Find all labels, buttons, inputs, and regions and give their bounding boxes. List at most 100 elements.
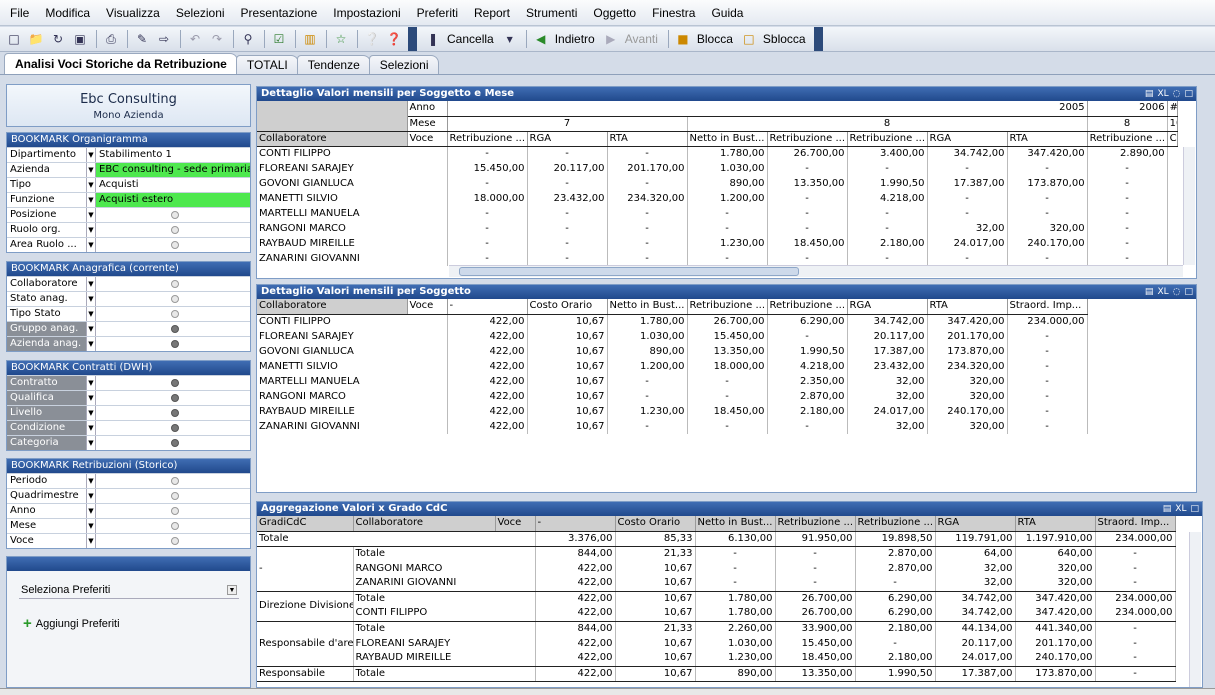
maximize-icon[interactable]: □ (1184, 87, 1193, 101)
maximize-icon[interactable]: □ (1190, 502, 1199, 516)
chevron-down-icon[interactable]: ▼ (87, 504, 96, 518)
context-help-icon[interactable]: ❓ (384, 29, 404, 49)
column-header[interactable]: Retribuzione ... (847, 131, 928, 147)
help-icon[interactable]: ❔ (362, 29, 382, 49)
indietro-button[interactable]: Indietro (555, 32, 595, 46)
chevron-down-icon[interactable]: ▼ (87, 337, 96, 351)
column-header[interactable]: Voce (407, 299, 448, 315)
chevron-down-icon[interactable]: ▼ (87, 148, 96, 162)
open-folder-icon[interactable]: 📁 (26, 29, 46, 49)
bookmark-field-value[interactable] (96, 277, 250, 291)
mese-value[interactable]: 8 (1087, 116, 1168, 132)
bookmark-field-value[interactable] (96, 406, 250, 420)
column-header[interactable]: Retribuzione ... (447, 131, 528, 147)
column-header[interactable]: Retribuzione ... (767, 299, 848, 315)
menu-item-preferiti[interactable]: Preferiti (417, 6, 458, 20)
row-label[interactable]: MARTELLI MANUELA (257, 374, 448, 389)
column-header[interactable]: Retribuzione ... (687, 299, 768, 315)
row-label[interactable]: Totale (353, 546, 536, 561)
chevron-down-icon[interactable]: ▼ (87, 223, 96, 237)
chart-icon[interactable]: ▥ (300, 29, 320, 49)
row-label[interactable]: FLOREANI SARAJEY (353, 636, 536, 651)
bookmark-field-value[interactable]: Acquisti (96, 178, 250, 192)
cancella-button[interactable]: Cancella (447, 32, 494, 46)
print-icon[interactable]: ▤ (1163, 502, 1172, 516)
mese-value[interactable]: 7 (447, 116, 688, 132)
bookmark-field-value[interactable]: EBC consulting - sede primaria (96, 163, 250, 177)
scroll-thumb[interactable] (459, 267, 799, 276)
chevron-down-icon[interactable]: ▼ (87, 376, 96, 390)
column-header[interactable]: C (1167, 131, 1178, 147)
column-header[interactable]: Netto in Bust... (687, 131, 768, 147)
chevron-down-icon[interactable]: ▼ (87, 519, 96, 533)
column-header[interactable]: Netto in Bust... (695, 516, 776, 532)
row-label[interactable]: RAYBAUD MIREILLE (257, 404, 448, 419)
row-label[interactable]: Totale (353, 591, 536, 606)
column-header[interactable]: Collaboratore (353, 516, 496, 532)
bookmark-row[interactable]: Qualifica ▼ (7, 390, 250, 405)
column-header[interactable]: RGA (527, 131, 608, 147)
row-label[interactable]: Totale (353, 666, 536, 682)
row-label[interactable]: ZANARINI GIOVANNI (257, 419, 448, 434)
sblocca-button[interactable]: Sblocca (763, 32, 806, 46)
column-header[interactable]: RTA (927, 299, 1008, 315)
group-label[interactable]: - (257, 546, 354, 592)
bookmark-row[interactable]: Dipartimento ▼ Stabilimento 1 (7, 147, 250, 162)
column-header[interactable]: - (447, 299, 528, 315)
menu-item-impostazioni[interactable]: Impostazioni (333, 6, 400, 20)
row-label[interactable]: ZANARINI GIOVANNI (257, 251, 448, 266)
row-label[interactable]: MARTELLI MANUELA (257, 206, 448, 221)
bookmark-field-value[interactable] (96, 504, 250, 518)
bookmark-row[interactable]: Voce ▼ (7, 533, 250, 548)
column-header[interactable]: Voce (407, 131, 448, 147)
column-header[interactable]: RGA (927, 131, 1008, 147)
column-header[interactable]: Costo Orario (527, 299, 608, 315)
bookmark-field-value[interactable] (96, 337, 250, 351)
bookmark-field-value[interactable]: Acquisti estero (96, 193, 250, 207)
export-icon[interactable]: ⇨ (154, 29, 174, 49)
chevron-down-icon[interactable]: ▼ (87, 406, 96, 420)
bookmark-field-value[interactable] (96, 534, 250, 548)
menu-item-file[interactable]: File (10, 6, 29, 20)
column-header[interactable]: Retribuzione ... (775, 516, 856, 532)
tab-tendenze[interactable]: Tendenze (296, 55, 371, 74)
menu-item-selezioni[interactable]: Selezioni (176, 6, 225, 20)
minimize-icon[interactable]: ◌ (1173, 285, 1181, 299)
chevron-down-icon[interactable]: ▼ (87, 436, 96, 450)
menu-item-report[interactable]: Report (474, 6, 510, 20)
bookmark-row[interactable]: Anno ▼ (7, 503, 250, 518)
bookmark-field-value[interactable] (96, 307, 250, 321)
print-icon[interactable]: ⎙ (101, 29, 121, 49)
bookmark-field-value[interactable] (96, 489, 250, 503)
column-header[interactable]: Retribuzione ... (767, 131, 848, 147)
chevron-down-icon[interactable]: ▼ (87, 193, 96, 207)
chevron-down-icon[interactable]: ▼ (87, 277, 96, 291)
column-header[interactable]: Collaboratore (257, 299, 408, 315)
vertical-scrollbar[interactable] (1189, 532, 1201, 687)
chevron-down-icon[interactable]: ▼ (87, 163, 96, 177)
chevron-down-icon[interactable]: ▼ (87, 208, 96, 222)
column-header[interactable]: RGA (935, 516, 1016, 532)
row-label[interactable]: MANETTI SILVIO (257, 191, 448, 206)
row-label[interactable]: FLOREANI SARAJEY (257, 161, 448, 176)
column-header[interactable]: Retribuzione ... (1087, 131, 1168, 147)
redo-icon[interactable]: ↷ (207, 29, 227, 49)
add-preferiti-button[interactable]: + Aggiungi Preferiti (23, 615, 120, 632)
toolbar-grip[interactable] (813, 27, 823, 51)
reload-icon[interactable]: ↻ (48, 29, 68, 49)
excel-icon[interactable]: XL (1157, 87, 1168, 101)
bookmark-field-value[interactable] (96, 376, 250, 390)
chevron-down-icon[interactable]: ▼ (87, 238, 96, 252)
excel-icon[interactable]: XL (1175, 502, 1186, 516)
search-icon[interactable]: ⚲ (238, 29, 258, 49)
bookmark-field-value[interactable] (96, 474, 250, 488)
dropdown-arrow-icon[interactable]: ▼ (500, 29, 520, 49)
bookmark-row[interactable]: Mese ▼ (7, 518, 250, 533)
column-header[interactable]: Straord. Imp... (1095, 516, 1176, 532)
bookmark-row[interactable]: Tipo Stato ▼ (7, 306, 250, 321)
bookmark-row[interactable]: Posizione ▼ (7, 207, 250, 222)
chevron-down-icon[interactable]: ▼ (87, 534, 96, 548)
bookmark-field-value[interactable] (96, 238, 250, 252)
column-header[interactable]: Netto in Bust... (607, 299, 688, 315)
bookmark-row[interactable]: Periodo ▼ (7, 473, 250, 488)
